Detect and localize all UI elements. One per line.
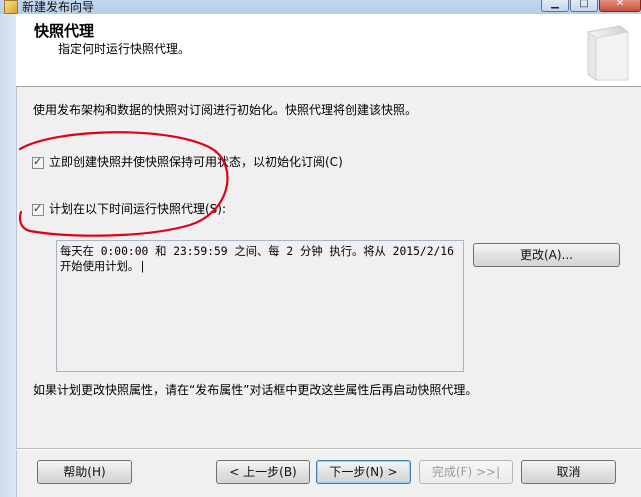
finish-button[interactable]: 完成(F) >>| xyxy=(419,460,513,484)
server-illustration-icon xyxy=(587,25,629,81)
page-title: 快照代理 xyxy=(34,22,95,40)
close-button[interactable]: ✕ xyxy=(599,0,641,12)
wizard-icon xyxy=(4,0,18,14)
cancel-button[interactable]: 取消 xyxy=(521,460,616,484)
schedule-checkbox[interactable] xyxy=(32,202,44,216)
next-button[interactable]: 下一步(N) > xyxy=(316,460,411,484)
maximize-button[interactable]: □ xyxy=(570,0,598,12)
help-button[interactable]: 帮助(H) xyxy=(37,460,132,484)
schedule-description: 每天在 0:00:00 和 23:59:59 之间、每 2 分钟 执行。将从 2… xyxy=(60,245,454,273)
change-schedule-button[interactable]: 更改(A)... xyxy=(473,243,620,267)
schedule-textbox[interactable]: 每天在 0:00:00 和 23:59:59 之间、每 2 分钟 执行。将从 2… xyxy=(56,240,464,372)
create-now-checkbox[interactable] xyxy=(32,155,44,169)
back-button[interactable]: < 上一步(B) xyxy=(216,460,310,484)
footer-note: 如果计划更改快照属性，请在“发布属性”对话框中更改这些属性后再启动快照代理。 xyxy=(33,383,478,397)
title-bar: 新建发布向导 ▁ □ ✕ xyxy=(0,0,641,15)
description-text: 使用发布架构和数据的快照对订阅进行初始化。快照代理将创建该快照。 xyxy=(33,103,418,117)
page-subtitle: 指定何时运行快照代理。 xyxy=(58,42,191,56)
schedule-label[interactable]: 计划在以下时间运行快照代理(S): xyxy=(49,200,226,217)
wizard-header: 快照代理 指定何时运行快照代理。 xyxy=(16,14,641,87)
minimize-button[interactable]: ▁ xyxy=(541,0,569,12)
window-title: 新建发布向导 xyxy=(22,0,95,14)
window-frame-left xyxy=(0,14,17,497)
footer-divider-highlight xyxy=(16,449,641,450)
create-now-label[interactable]: 立即创建快照并使快照保持可用状态，以初始化订阅(C) xyxy=(49,153,343,170)
